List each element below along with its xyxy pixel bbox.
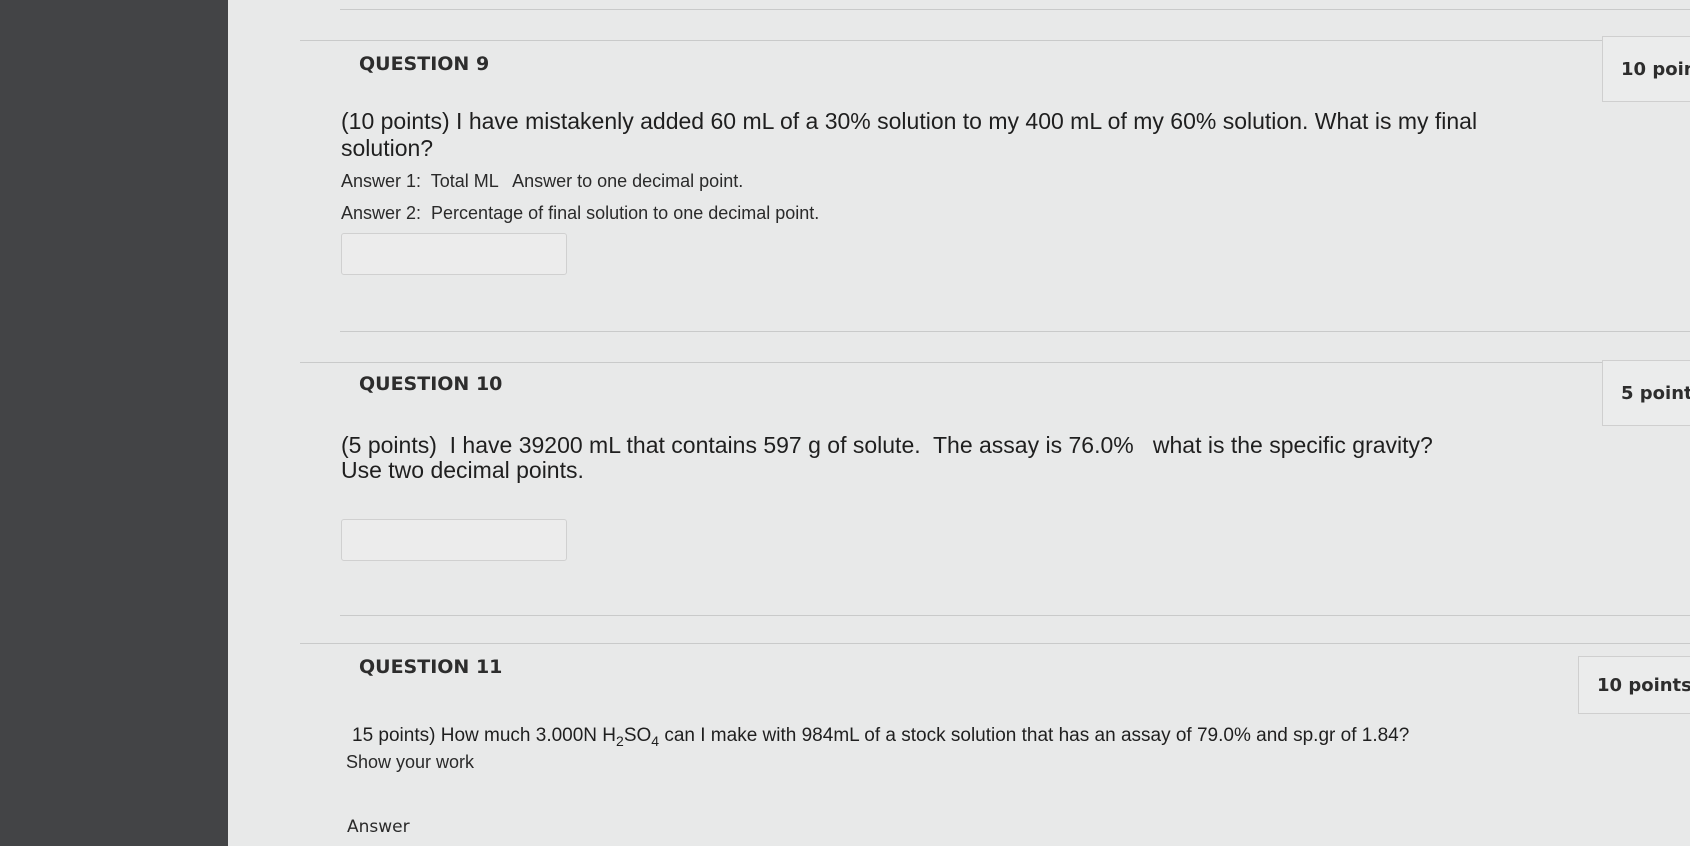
subscript: 2: [616, 733, 624, 749]
question-text: Use two decimal points.: [341, 457, 584, 483]
points-badge: 5 points: [1602, 360, 1690, 426]
divider: [300, 362, 1690, 363]
question-title: QUESTION 10: [359, 373, 503, 395]
divider: [300, 643, 1690, 644]
subscript: 4: [651, 733, 660, 749]
question-title: QUESTION 11: [359, 656, 503, 678]
question-title: QUESTION 9: [359, 53, 490, 75]
points-badge: 10 points: [1578, 656, 1690, 714]
question-text-part: SO: [623, 725, 652, 746]
question-text-part: 15 points) How much 3.000N H: [352, 725, 617, 746]
question-text: solution?: [341, 135, 434, 161]
answer-instruction: Answer 2: Percentage of final solution t…: [341, 203, 820, 223]
points-badge: 10 poin: [1602, 36, 1690, 102]
answer-instruction: Answer 1: Total ML Answer to one decimal…: [341, 171, 744, 191]
question-text-part: can I make with 984mL of a stock solutio…: [659, 725, 1410, 746]
answer-input[interactable]: [341, 519, 567, 561]
question-text: (5 points) I have 39200 mL that contains…: [341, 432, 1433, 458]
divider: [300, 40, 1690, 41]
question-text: (10 points) I have mistakenly added 60 m…: [341, 108, 1478, 134]
answer-input[interactable]: [341, 233, 567, 275]
answer-label: Answer: [347, 817, 410, 837]
background-left-panel: [0, 0, 228, 846]
show-work-label: Show your work: [346, 752, 475, 772]
divider: [340, 9, 1690, 10]
question-text: 15 points) How much 3.000N H2SO4 can I m…: [352, 725, 1409, 749]
divider: [340, 615, 1690, 616]
divider: [340, 331, 1690, 332]
